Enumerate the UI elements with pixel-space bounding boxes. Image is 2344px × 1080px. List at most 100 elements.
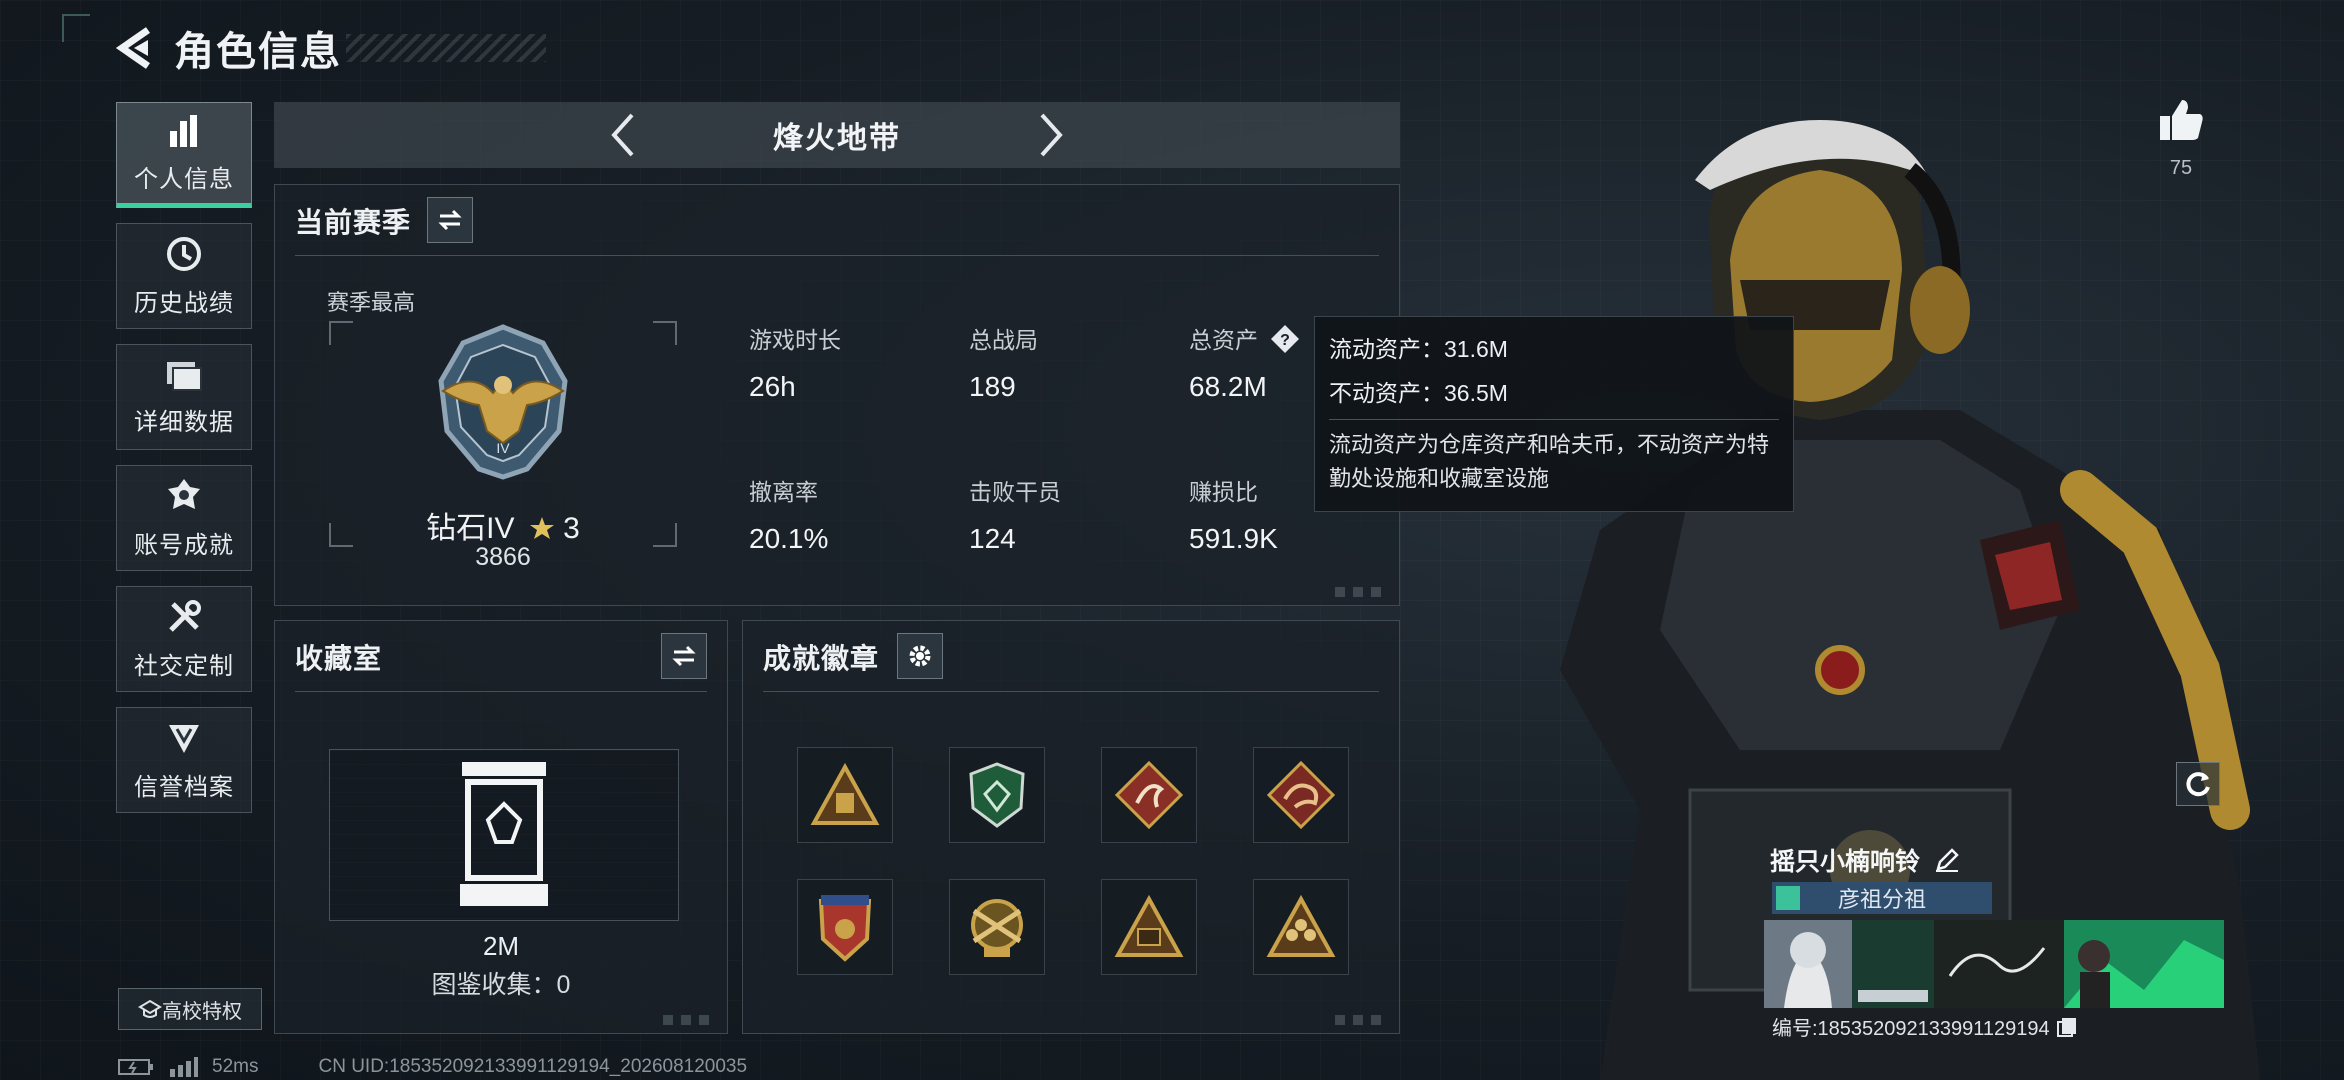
stat-extract-rate: 撤离率 20.1%	[749, 473, 828, 555]
badges-settings-button[interactable]	[897, 633, 943, 679]
status-footer: 52ms CN UID:18535209213399112919​4_20260…	[118, 1056, 747, 1078]
stat-value: 124	[969, 523, 1016, 554]
rank-tier: 钻石IV	[426, 512, 515, 545]
badge-slot[interactable]	[1101, 747, 1197, 843]
copy-icon[interactable]	[2056, 1016, 2078, 1038]
rotate-character-button[interactable]	[2176, 762, 2220, 806]
player-name-text: 摇只小楠响铃	[1770, 848, 1921, 876]
prev-mode-button[interactable]	[603, 107, 643, 163]
nav-label: 社交定制	[134, 652, 234, 680]
next-mode-button[interactable]	[1031, 107, 1071, 163]
stat-label: 赚损比	[1189, 479, 1258, 505]
mode-switcher: 烽火地带	[274, 102, 1400, 168]
triangle-squad-badge-icon	[1266, 895, 1336, 957]
rank-name: 钻石IV 3	[329, 503, 677, 547]
ping-value: 52ms	[212, 1056, 259, 1077]
clock-icon	[167, 236, 201, 271]
liquid-assets: 流动资产：31.6M	[1329, 336, 1508, 362]
assets-tooltip: 流动资产：31.6M 不动资产：36.5M 流动资产为仓库资产和哈夫币，不动资产…	[1314, 316, 1794, 512]
season-switch-button[interactable]	[427, 197, 473, 243]
stat-value: 68.2M	[1189, 371, 1267, 402]
player-card-art	[1764, 920, 2224, 1008]
gold-emblem-badge-icon	[971, 899, 1023, 957]
nav-item-detail-data[interactable]: 详细数据	[116, 344, 252, 450]
collection-count: 图鉴收集：0	[431, 971, 571, 999]
stat-value: 20.1%	[749, 523, 829, 554]
badge-slot[interactable]	[1253, 879, 1349, 975]
collection-room-preview[interactable]	[329, 749, 679, 921]
triangle-badge-icon	[810, 763, 880, 825]
uid-text: CN UID:18535209213399112919​4_2026081200…	[318, 1056, 748, 1077]
folder-icon	[167, 361, 202, 391]
player-card[interactable]	[1764, 920, 2224, 1008]
stat-label: 总资产 ?	[1189, 321, 1300, 355]
rank-score: 3866	[475, 543, 531, 571]
guild-icon	[1776, 886, 1800, 910]
chevron-right-icon	[1040, 113, 1063, 157]
season-title: 当前赛季	[295, 207, 412, 238]
card-id: 编号:18535209213399112919​4	[1772, 1012, 2078, 1041]
badge-slot[interactable]	[949, 879, 1045, 975]
badges-panel: 成就徽章	[742, 620, 1400, 1034]
stat-total-matches: 总战局 189	[969, 321, 1038, 403]
display-case-icon	[460, 762, 548, 906]
help-icon[interactable]: ?	[1270, 324, 1300, 354]
guild-tag[interactable]: 彦祖分祖	[1772, 882, 1992, 914]
bar-chart-icon	[170, 114, 197, 147]
red-shield-badge-icon	[818, 895, 872, 962]
nav-label: 账号成就	[134, 531, 234, 559]
side-nav: 个人信息 历史战绩 详细数据 账号成就 社交定制 信誉档案	[116, 102, 254, 828]
fixed-assets: 不动资产：36.5M	[1329, 380, 1508, 406]
badge-slot[interactable]	[1101, 879, 1197, 975]
corner-marks	[1335, 587, 1389, 597]
badge-slot[interactable]	[797, 747, 893, 843]
collection-value: 2M	[482, 931, 520, 961]
dragon-diamond-badge-icon	[1266, 760, 1336, 830]
stat-total-assets: 总资产 ? 68.2M	[1189, 321, 1300, 403]
refresh-icon	[2186, 772, 2210, 797]
corner-decoration	[62, 14, 90, 42]
season-panel: 当前赛季 赛季最高 IV 钻石IV 3 3866 游戏时长 26h 总战局 18…	[274, 184, 1400, 606]
stat-value: 189	[969, 371, 1016, 402]
nav-label: 个人信息	[134, 165, 234, 193]
nav-item-credit[interactable]: 信誉档案	[116, 707, 252, 813]
assets-description: 流动资产为仓库资产和哈夫币，不动资产为特勤处设施和收藏室设施	[1329, 432, 1770, 491]
nav-item-history[interactable]: 历史战绩	[116, 223, 252, 329]
nav-item-personal-info[interactable]: 个人信息	[116, 102, 252, 208]
star-icon	[529, 517, 554, 539]
page-title: 角色信息	[174, 30, 342, 74]
card-id-text: 编号:18535209213399112919​4	[1772, 1018, 2050, 1040]
triangle-58-badge-icon	[1114, 895, 1184, 957]
achievement-icon	[168, 478, 200, 509]
edit-icon[interactable]	[1934, 847, 1960, 873]
swap-icon	[438, 209, 462, 231]
badge-slot[interactable]	[797, 879, 893, 975]
header: 角色信息	[112, 20, 546, 76]
stat-label: 总战局	[969, 327, 1038, 353]
stat-play-time: 游戏时长 26h	[749, 321, 841, 403]
like-count: 75	[2169, 157, 2193, 179]
collection-panel: 收藏室 2M 图鉴收集：0	[274, 620, 728, 1034]
stat-label: 击败干员	[969, 479, 1061, 505]
signal-icon	[170, 1057, 198, 1077]
nav-item-achievements[interactable]: 账号成就	[116, 465, 252, 571]
collection-switch-button[interactable]	[661, 633, 707, 679]
stat-value: 591.9K	[1189, 523, 1278, 554]
nav-item-social[interactable]: 社交定制	[116, 586, 252, 692]
nav-label: 详细数据	[134, 408, 234, 436]
title-decoration	[346, 34, 546, 62]
back-button[interactable]	[112, 26, 156, 70]
like-button[interactable]: 75	[2158, 96, 2204, 180]
divider	[763, 691, 1379, 692]
school-label: 高校特权	[162, 1000, 242, 1023]
school-privilege-button[interactable]: 高校特权	[118, 988, 262, 1030]
tooltip-divider	[1329, 419, 1779, 420]
rank-emblem-icon: IV	[438, 324, 568, 480]
svg-text:IV: IV	[496, 440, 510, 456]
badge-slot[interactable]	[1253, 747, 1349, 843]
season-best-label: 赛季最高	[327, 290, 416, 315]
stat-kills: 击败干员 124	[969, 473, 1061, 555]
gear-icon	[909, 645, 931, 667]
nav-label: 历史战绩	[134, 289, 234, 317]
badge-slot[interactable]	[949, 747, 1045, 843]
